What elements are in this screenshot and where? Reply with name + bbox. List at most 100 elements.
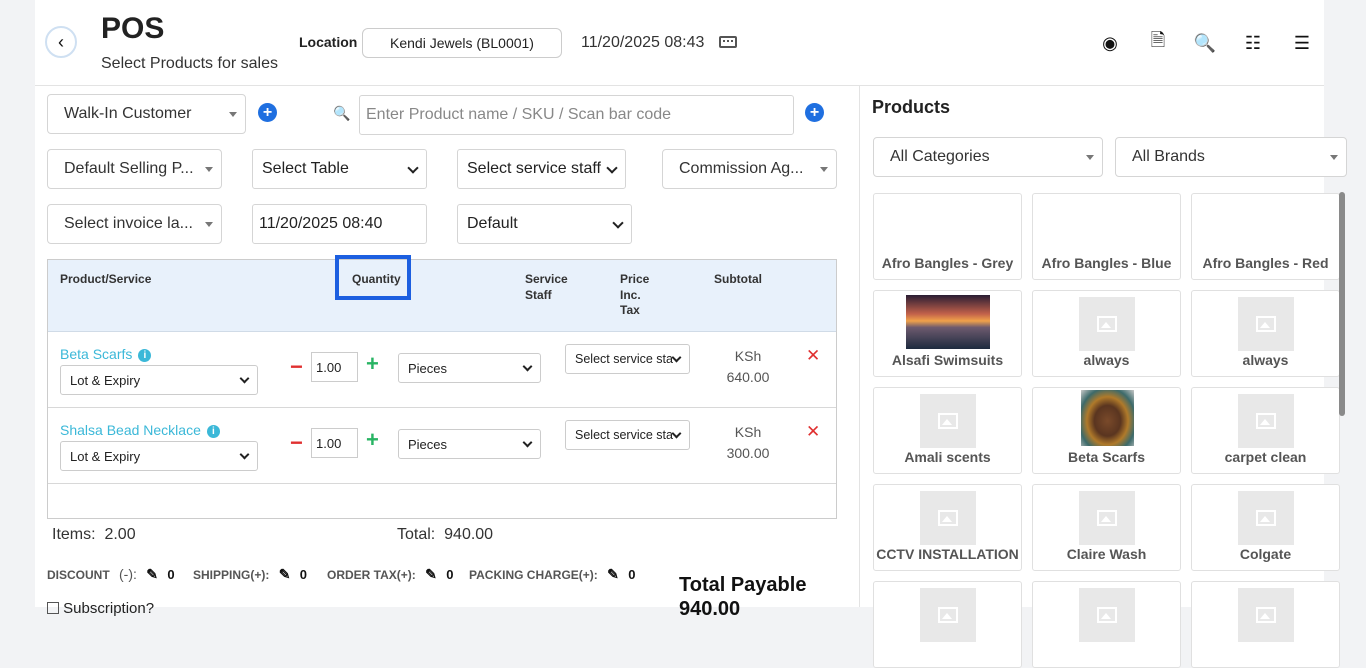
shipping-label: SHIPPING(+): xyxy=(193,568,270,582)
product-card-name: Afro Bangles - Blue xyxy=(1041,255,1172,271)
pos-app: ‹ POS Select Products for sales Location… xyxy=(35,0,1347,668)
row-service-staff-value: Select service sta xyxy=(575,428,673,442)
product-name-link[interactable]: Shalsa Bead Necklace i xyxy=(60,422,220,438)
row-service-staff-select[interactable]: Select service sta xyxy=(565,420,690,450)
decrease-quantity-button[interactable]: − xyxy=(290,356,303,378)
back-button[interactable]: ‹ xyxy=(45,26,77,58)
eye-icon[interactable]: ◉ xyxy=(1098,31,1122,55)
image-placeholder-icon xyxy=(1079,588,1135,642)
product-search-input[interactable]: Enter Product name / SKU / Scan bar code xyxy=(359,95,794,135)
add-product-button[interactable]: + xyxy=(805,103,824,122)
product-card[interactable]: always xyxy=(1032,290,1181,377)
subscription-checkbox[interactable] xyxy=(47,602,59,614)
header-price-line1: Price xyxy=(620,272,650,286)
product-card[interactable]: carpet clean xyxy=(1191,387,1340,474)
category-filter-select[interactable]: All Categories xyxy=(873,137,1103,177)
discount-value: 0 xyxy=(167,567,175,582)
product-card-name: CCTV INSTALLATION xyxy=(876,546,1019,562)
products-title: Products xyxy=(872,97,951,117)
unit-select[interactable]: Pieces xyxy=(398,429,541,459)
info-icon[interactable]: i xyxy=(138,349,152,362)
product-card[interactable] xyxy=(1191,581,1340,668)
quantity-input[interactable]: 1.00 xyxy=(311,428,358,458)
product-card[interactable]: Alsafi Swimsuits xyxy=(873,290,1022,377)
search-icon: 🔍 xyxy=(333,105,351,121)
lot-expiry-value: Lot & Expiry xyxy=(70,448,141,464)
info-icon[interactable]: i xyxy=(206,425,220,438)
packing-charge: PACKING CHARGE(+): ✎ 0 xyxy=(469,566,635,583)
items-count: Items: 2.00 xyxy=(52,526,136,544)
commission-agent-value: Commission Ag... xyxy=(679,160,804,177)
product-card[interactable]: Claire Wash xyxy=(1032,484,1181,571)
product-name: Beta Scarfs xyxy=(60,346,133,362)
product-card[interactable]: always xyxy=(1191,290,1340,377)
product-card[interactable]: Beta Scarfs xyxy=(1032,387,1181,474)
total-label: Total: xyxy=(397,526,436,543)
product-card[interactable]: Afro Bangles - Grey xyxy=(873,193,1022,280)
product-card[interactable]: Amali scents xyxy=(873,387,1022,474)
commission-agent-select[interactable]: Commission Ag... xyxy=(662,149,837,189)
cash-register-search-icon[interactable]: 🔍 xyxy=(1193,31,1217,55)
invoice-scheme-select[interactable]: Default xyxy=(457,204,632,244)
edit-shipping-pencil-icon[interactable]: ✎ xyxy=(279,566,291,583)
product-card[interactable] xyxy=(1032,581,1181,668)
keyboard-icon[interactable] xyxy=(719,36,737,48)
increase-quantity-button[interactable]: + xyxy=(366,353,379,375)
customer-select[interactable]: Walk-In Customer xyxy=(47,94,246,134)
packing-label: PACKING CHARGE(+): xyxy=(469,568,598,582)
total-value: 940.00 xyxy=(444,526,494,543)
invoice-list-icon[interactable]: ☰ xyxy=(1290,31,1314,55)
products-scrollbar[interactable] xyxy=(1339,192,1345,416)
current-datetime: 11/20/2025 08:43 xyxy=(581,34,705,51)
decrease-quantity-button[interactable]: − xyxy=(290,432,303,454)
header-subtotal: Subtotal xyxy=(714,272,762,286)
unit-select[interactable]: Pieces xyxy=(398,353,541,383)
register-icon[interactable]: ☷ xyxy=(1241,31,1265,55)
transaction-date-input[interactable]: 11/20/2025 08:40 xyxy=(252,204,427,244)
product-card[interactable]: CCTV INSTALLATION xyxy=(873,484,1022,571)
order-tax-charge: ORDER TAX(+): ✎ 0 xyxy=(327,566,453,583)
edit-order-tax-pencil-icon[interactable]: ✎ xyxy=(425,566,437,583)
header-product: Product/Service xyxy=(60,272,152,286)
edit-discount-pencil-icon[interactable]: ✎ xyxy=(146,566,158,583)
items-value: 2.00 xyxy=(104,526,136,543)
total-payable-value: 940.00 xyxy=(679,598,741,620)
quantity-input[interactable]: 1.00 xyxy=(311,352,358,382)
remove-row-icon[interactable]: ✕ xyxy=(806,422,820,442)
header-price-line3: Tax xyxy=(620,303,640,317)
row-subtotal-currency: KSh xyxy=(734,348,762,364)
service-staff-select[interactable]: Select service staff xyxy=(457,149,626,189)
increase-quantity-button[interactable]: + xyxy=(366,429,379,451)
add-customer-button[interactable]: + xyxy=(258,103,277,122)
table-select[interactable]: Select Table xyxy=(252,149,427,189)
total-payable: Total Payable 940.00 xyxy=(679,573,806,621)
pos-header: ‹ POS Select Products for sales Location… xyxy=(35,0,1324,86)
table-row: Shalsa Bead Necklace i Lot & Expiry − 1.0… xyxy=(48,408,836,484)
product-card-name: carpet clean xyxy=(1224,449,1307,465)
product-card[interactable]: Colgate xyxy=(1191,484,1340,571)
unit-value: Pieces xyxy=(408,360,448,376)
lot-expiry-select[interactable]: Lot & Expiry xyxy=(60,441,258,471)
image-placeholder-icon xyxy=(1079,297,1135,351)
header-service-staff: Service Staff xyxy=(525,272,568,303)
packing-value: 0 xyxy=(628,567,636,582)
location-select[interactable]: Kendi Jewels (BL0001) xyxy=(362,28,562,58)
product-image xyxy=(1081,390,1134,446)
product-name-link[interactable]: Beta Scarfs i xyxy=(60,346,152,362)
price-group-select[interactable]: Default Selling P... xyxy=(47,149,222,189)
image-placeholder-icon xyxy=(1238,297,1294,351)
product-card[interactable] xyxy=(873,581,1022,668)
order-tax-label: ORDER TAX(+): xyxy=(327,568,416,582)
row-subtotal: KSh 640.00 xyxy=(708,346,788,388)
report-icon[interactable]: 🗎 xyxy=(1146,30,1170,55)
product-card[interactable]: Afro Bangles - Blue xyxy=(1032,193,1181,280)
row-subtotal-currency: KSh xyxy=(734,424,762,440)
edit-packing-pencil-icon[interactable]: ✎ xyxy=(607,566,619,583)
brand-filter-select[interactable]: All Brands xyxy=(1115,137,1347,177)
subscription-checkbox-row[interactable]: Subscription? xyxy=(47,600,154,617)
product-card[interactable]: Afro Bangles - Red xyxy=(1191,193,1340,280)
row-service-staff-select[interactable]: Select service sta xyxy=(565,344,690,374)
remove-row-icon[interactable]: ✕ xyxy=(806,346,820,366)
invoice-layout-select[interactable]: Select invoice la... xyxy=(47,204,222,244)
lot-expiry-select[interactable]: Lot & Expiry xyxy=(60,365,258,395)
